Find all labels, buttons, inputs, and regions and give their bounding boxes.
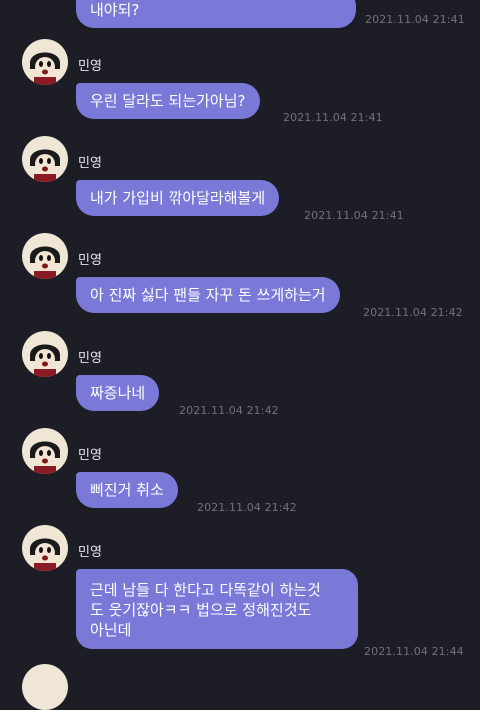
sender-name: 민영 [78, 253, 102, 268]
avatar[interactable] [22, 39, 68, 85]
message-timestamp: 2021.11.04 21:44 [364, 645, 464, 658]
message-timestamp: 2021.11.04 21:42 [179, 404, 279, 417]
sender-name: 민영 [78, 448, 102, 463]
cartoon-character-avatar-icon [30, 246, 60, 279]
avatar[interactable] [22, 428, 68, 474]
message-bubble[interactable]: 짜증나네 [76, 375, 160, 411]
cartoon-character-avatar-icon [30, 538, 60, 571]
message-timestamp: 2021.11.04 21:41 [365, 13, 465, 26]
cartoon-character-avatar-icon [30, 149, 60, 182]
cartoon-character-avatar-icon [30, 344, 60, 377]
message-timestamp: 2021.11.04 21:41 [283, 111, 383, 124]
message-timestamp: 2021.11.04 21:41 [304, 209, 404, 222]
avatar[interactable] [22, 136, 68, 182]
sender-name: 민영 [78, 156, 102, 171]
message-bubble[interactable]: 아 진짜 싫다 팬들 자꾸 돈 쓰게하는거 [76, 277, 340, 313]
avatar[interactable] [22, 233, 68, 279]
message-bubble[interactable]: 내야되? [76, 0, 356, 28]
message-bubble[interactable]: 내가 가입비 깎아달라해볼게 [76, 180, 280, 216]
message-bubble[interactable]: 우린 달라도 되는가아님? [76, 83, 260, 119]
cartoon-character-avatar-icon [30, 52, 60, 85]
message-timestamp: 2021.11.04 21:42 [197, 501, 297, 514]
sender-name: 민영 [78, 545, 102, 560]
message-bubble[interactable]: 근데 남들 다 한다고 다똑같이 하는것 도 웃기잖아ㅋㅋ 법으로 정해진것도 … [76, 569, 358, 649]
avatar[interactable] [22, 664, 68, 710]
sender-name: 민영 [78, 351, 102, 366]
message-timestamp: 2021.11.04 21:42 [363, 306, 463, 319]
message-line: 도 웃기잖아ㅋㅋ 법으로 정해진것도 [90, 601, 312, 619]
avatar[interactable] [22, 331, 68, 377]
sender-name: 민영 [78, 59, 102, 74]
message-line: 아닌데 [90, 621, 132, 639]
message-line: 근데 남들 다 한다고 다똑같이 하는것 [90, 581, 321, 599]
avatar[interactable] [22, 525, 68, 571]
message-bubble[interactable]: 삐진거 취소 [76, 472, 178, 508]
cartoon-character-avatar-icon [30, 441, 60, 474]
